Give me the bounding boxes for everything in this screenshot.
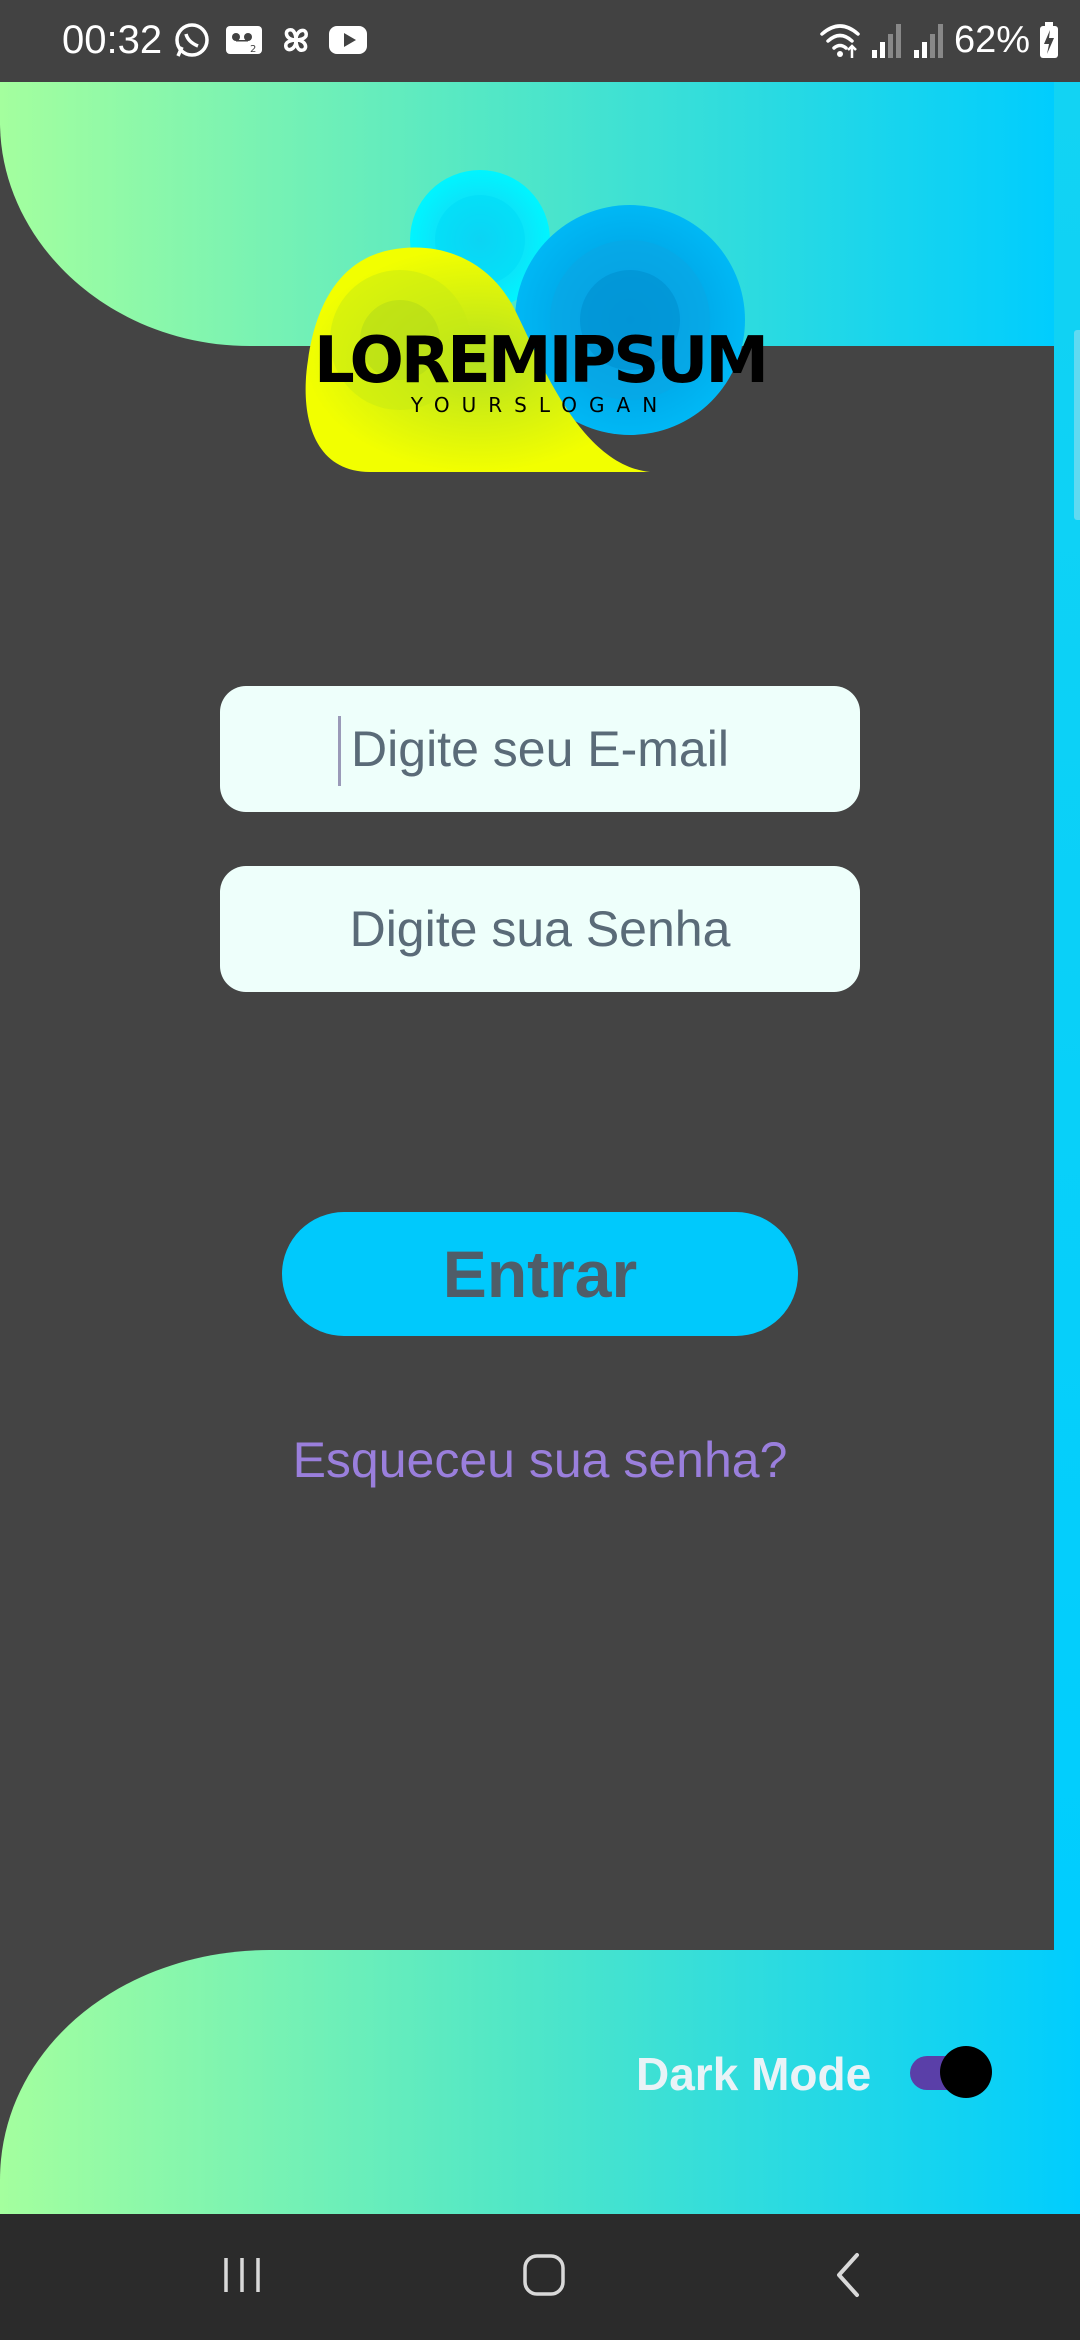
- login-button[interactable]: Entrar: [282, 1212, 798, 1336]
- notification-icons: 2: [172, 20, 368, 60]
- scroll-indicator: [1074, 330, 1080, 520]
- email-field[interactable]: [220, 685, 860, 813]
- brand-logo: LOREMIPSUM YOURSLOGAN: [305, 170, 769, 472]
- recents-icon: [220, 2255, 264, 2300]
- email-input[interactable]: [220, 685, 860, 813]
- whatsapp-icon: [172, 20, 212, 60]
- svg-text:YOURSLOGAN: YOURSLOGAN: [410, 393, 669, 417]
- signal-icon: [912, 20, 946, 60]
- status-bar: 00:32 2 62%: [0, 0, 1080, 82]
- home-icon: [522, 2253, 566, 2302]
- dark-mode-label: Dark Mode: [636, 2048, 872, 2100]
- dark-mode-toggle[interactable]: [906, 2044, 992, 2100]
- battery-charging-icon: [1038, 20, 1060, 60]
- svg-text:LOREMIPSUM: LOREMIPSUM: [314, 324, 766, 398]
- toggle-thumb[interactable]: [940, 2046, 992, 2098]
- password-input[interactable]: [220, 865, 860, 993]
- password-field[interactable]: [220, 865, 860, 993]
- battery-percentage: 62%: [953, 19, 1030, 61]
- pinwheel-icon: [276, 20, 316, 60]
- status-time: 00:32: [62, 18, 163, 62]
- system-icons: 62%: [818, 14, 1060, 66]
- back-button[interactable]: [768, 2214, 928, 2340]
- wifi-icon: [818, 20, 862, 60]
- svg-text:2: 2: [250, 44, 256, 55]
- youtube-icon: [328, 20, 368, 60]
- voicemail-icon: 2: [224, 20, 264, 60]
- text-cursor: [338, 716, 341, 786]
- navigation-bar: [0, 2214, 1080, 2340]
- recents-button[interactable]: [162, 2214, 322, 2340]
- signal-icon: [870, 20, 904, 60]
- login-screen: 00:32 2 62% LOREMIPSUM YOURSLOGAN Digite…: [0, 0, 1080, 2340]
- home-button[interactable]: [464, 2214, 624, 2340]
- forgot-password-link[interactable]: Esqueceu sua senha?: [0, 1428, 1080, 1492]
- back-icon: [831, 2251, 865, 2304]
